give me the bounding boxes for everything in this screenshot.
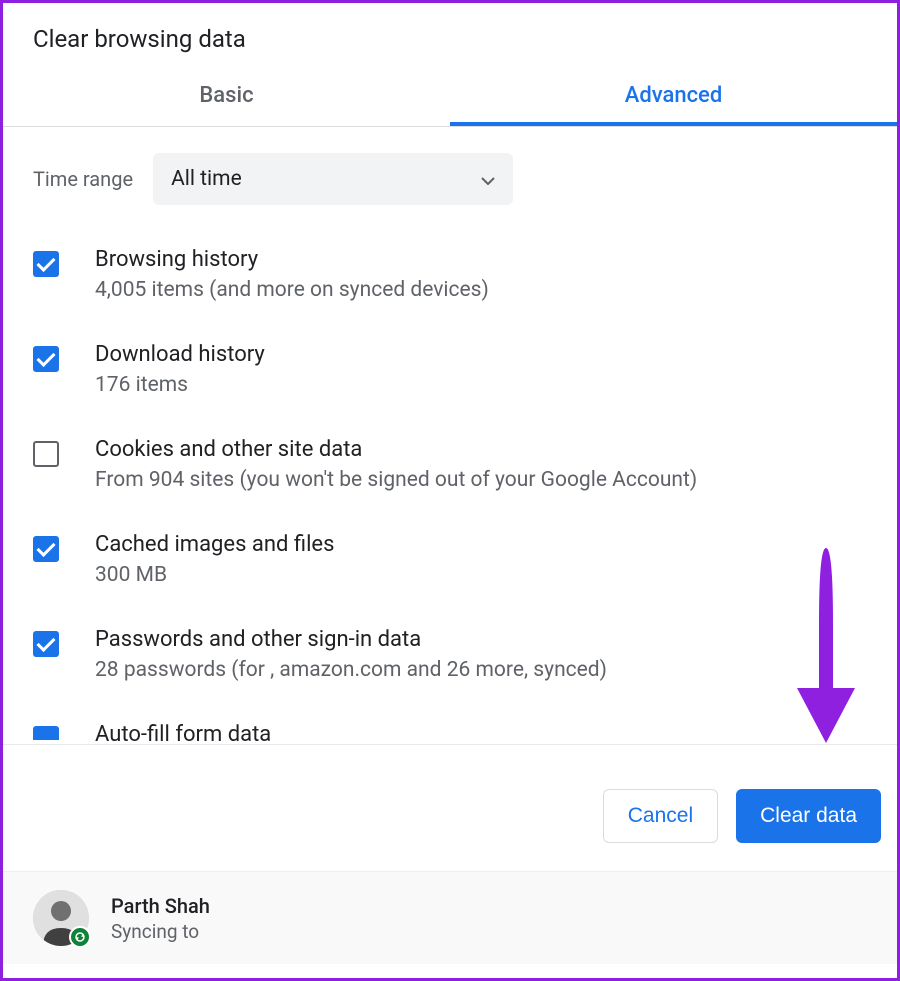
option-title: Cookies and other site data <box>95 437 697 462</box>
profile-section: Parth Shah Syncing to <box>3 871 897 964</box>
time-range-label: Time range <box>33 167 133 191</box>
option-subtitle: 28 passwords (for , amazon.com and 26 mo… <box>95 658 607 682</box>
option-title: Passwords and other sign-in data <box>95 627 607 652</box>
option-title: Auto-fill form data <box>95 722 271 744</box>
checkbox-passwords[interactable] <box>33 631 59 657</box>
option-download-history[interactable]: Download history 176 items <box>33 342 867 397</box>
chevron-down-icon <box>481 170 495 189</box>
option-subtitle: 300 MB <box>95 563 334 587</box>
avatar <box>33 890 89 946</box>
checkbox-cookies[interactable] <box>33 441 59 467</box>
option-subtitle: From 904 sites (you won't be signed out … <box>95 468 697 492</box>
checkbox-autofill[interactable] <box>33 726 59 740</box>
checkbox-cached-images[interactable] <box>33 536 59 562</box>
option-passwords[interactable]: Passwords and other sign-in data 28 pass… <box>33 627 867 682</box>
dialog-title: Clear browsing data <box>33 25 867 53</box>
profile-name: Parth Shah <box>111 894 210 918</box>
option-cached-images[interactable]: Cached images and files 300 MB <box>33 532 867 587</box>
cancel-button[interactable]: Cancel <box>603 789 718 843</box>
option-subtitle: 176 items <box>95 373 265 397</box>
profile-sync-status: Syncing to <box>111 920 210 943</box>
checkbox-browsing-history[interactable] <box>33 251 59 277</box>
tabs-container: Basic Advanced <box>3 65 897 127</box>
sync-badge-icon <box>69 926 91 948</box>
option-cookies[interactable]: Cookies and other site data From 904 sit… <box>33 437 867 492</box>
clear-data-button[interactable]: Clear data <box>736 789 881 843</box>
option-title: Cached images and files <box>95 532 334 557</box>
tab-advanced[interactable]: Advanced <box>450 65 897 126</box>
tab-basic[interactable]: Basic <box>3 65 450 126</box>
option-subtitle: 4,005 items (and more on synced devices) <box>95 278 489 302</box>
option-title: Download history <box>95 342 265 367</box>
checkbox-download-history[interactable] <box>33 346 59 372</box>
time-range-value: All time <box>171 167 242 191</box>
option-autofill[interactable]: Auto-fill form data <box>33 722 867 744</box>
option-title: Browsing history <box>95 247 489 272</box>
option-browsing-history[interactable]: Browsing history 4,005 items (and more o… <box>33 247 867 302</box>
time-range-dropdown[interactable]: All time <box>153 153 513 205</box>
